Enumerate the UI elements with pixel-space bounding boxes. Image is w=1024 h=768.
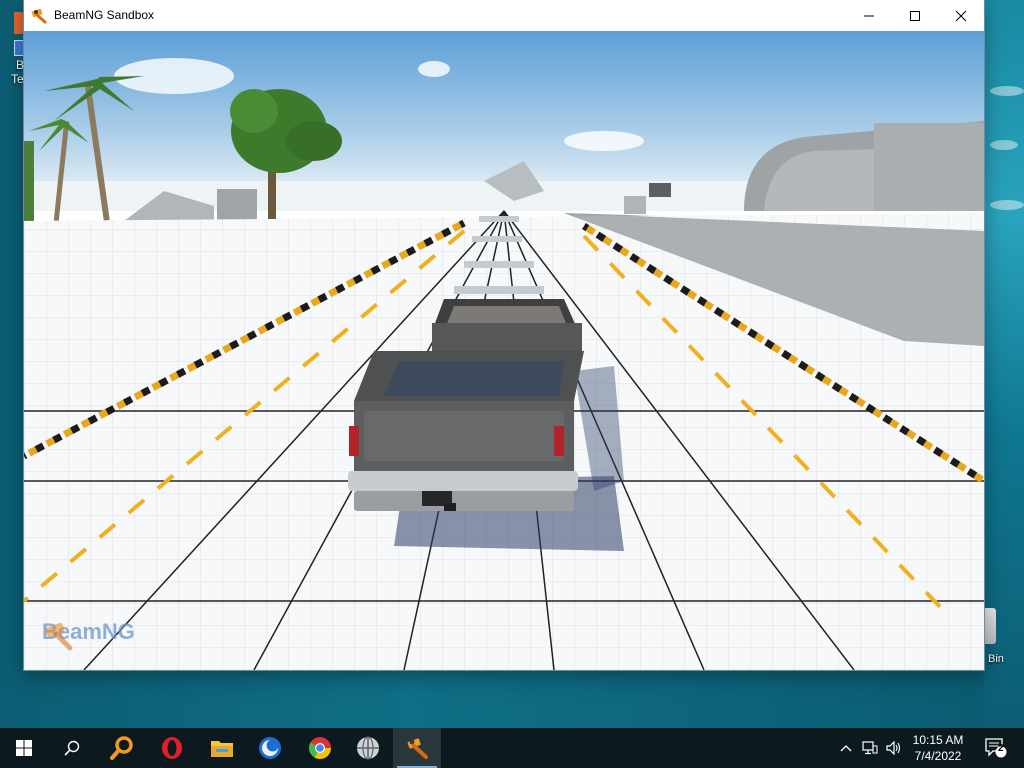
beamng-logo <box>45 622 73 651</box>
network-icon <box>862 741 878 755</box>
windows-logo-icon <box>16 740 32 756</box>
search-button[interactable] <box>48 728 96 768</box>
taskbar-clock[interactable]: 10:15 AM 7/4/2022 <box>904 732 972 764</box>
close-icon <box>955 10 967 21</box>
desktop-icon-label: Te <box>11 72 24 86</box>
clock-time: 10:15 AM <box>912 733 964 747</box>
game-scene <box>24 31 984 670</box>
taskbar-beamng-app[interactable] <box>393 728 441 768</box>
taskbar-chrome-app[interactable] <box>296 728 344 768</box>
minimize-button[interactable] <box>846 0 892 31</box>
volume-button[interactable] <box>882 728 906 768</box>
close-button[interactable] <box>938 0 984 31</box>
magnifier-icon <box>110 736 133 760</box>
game-viewport[interactable]: BeamNG <box>24 31 984 670</box>
taskbar-pro-app[interactable] <box>344 728 392 768</box>
beamng-watermark: BeamNG <box>42 619 135 651</box>
taskbar-file-explorer-app[interactable] <box>198 728 246 768</box>
chrome-icon <box>309 737 331 759</box>
notification-count: 2 <box>998 743 1004 754</box>
wallpaper-wave <box>990 86 1024 96</box>
show-hidden-icons-button[interactable] <box>834 728 858 768</box>
desktop-icon-label: B <box>16 58 25 72</box>
network-button[interactable] <box>858 728 882 768</box>
folder-icon <box>211 741 233 757</box>
beamng-icon <box>407 738 428 759</box>
speaker-icon <box>886 741 901 755</box>
taskbar-blue-circle-app[interactable] <box>246 728 294 768</box>
app-window: BeamNG Sandbox BeamNG <box>24 0 984 670</box>
taskbar-opera-app[interactable] <box>148 728 196 768</box>
taskbar: 10:15 AM 7/4/2022 2 <box>0 728 1024 768</box>
recycle-bin-label: Bin <box>988 653 1004 665</box>
notification-center-button[interactable]: 2 <box>976 728 1016 768</box>
cloud <box>114 58 234 94</box>
start-button[interactable] <box>0 728 48 768</box>
clock-date: 7/4/2022 <box>914 749 962 763</box>
window-title: BeamNG Sandbox <box>54 8 155 22</box>
chevron-up-icon <box>840 745 852 752</box>
beamng-app-icon <box>31 8 47 24</box>
wallpaper-wave <box>990 200 1024 210</box>
taskbar-magnifier-app[interactable] <box>98 728 146 768</box>
cloud <box>564 131 644 151</box>
maximize-button[interactable] <box>892 0 938 31</box>
title-bar[interactable]: BeamNG Sandbox <box>24 0 984 31</box>
search-icon <box>64 740 80 756</box>
globe-icon <box>357 736 379 760</box>
circle-app-icon <box>259 737 281 759</box>
cloud <box>418 61 450 77</box>
wallpaper-wave <box>990 140 1018 150</box>
minimize-icon <box>864 15 874 16</box>
opera-icon <box>162 737 182 759</box>
recycle-bin-icon[interactable] <box>984 608 996 644</box>
maximize-icon <box>910 10 920 21</box>
